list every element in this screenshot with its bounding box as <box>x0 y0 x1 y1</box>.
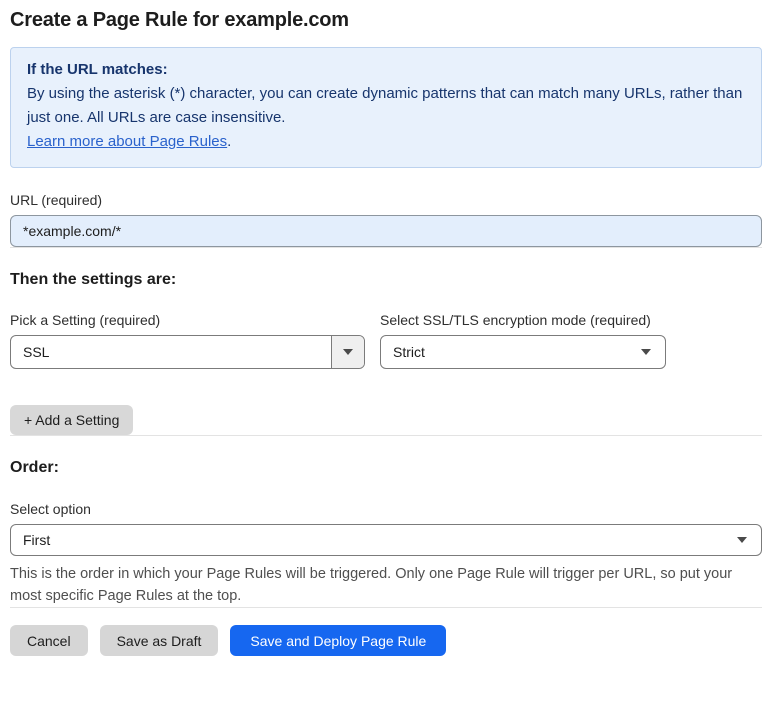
divider <box>10 607 762 608</box>
order-section-heading: Order: <box>10 459 59 476</box>
footer-actions: Cancel Save as Draft Save and Deploy Pag… <box>10 625 762 656</box>
url-input[interactable] <box>10 215 762 247</box>
url-field-label: URL (required) <box>10 192 103 208</box>
setting-picker-dropdown-button[interactable] <box>331 336 364 368</box>
url-match-info-box: If the URL matches: By using the asteris… <box>10 47 762 168</box>
add-setting-button[interactable]: + Add a Setting <box>10 405 134 435</box>
ssl-mode-caret-wrap <box>641 349 665 355</box>
ssl-mode-select[interactable]: Strict <box>380 335 666 369</box>
setting-picker-label: Pick a Setting (required) <box>10 312 161 328</box>
info-box-heading: If the URL matches: <box>27 61 168 78</box>
ssl-mode-label: Select SSL/TLS encryption mode (required… <box>380 312 651 328</box>
chevron-down-icon <box>641 349 651 355</box>
order-select-value: First <box>23 532 51 548</box>
chevron-down-icon <box>737 537 747 543</box>
order-help-text: This is the order in which your Page Rul… <box>10 566 733 604</box>
create-page-rule-panel: Create a Page Rule for example.com If th… <box>0 0 772 711</box>
order-caret-wrap <box>737 537 761 543</box>
order-select[interactable]: First <box>10 524 762 556</box>
info-box-link-line: Learn more about Page Rules. <box>27 130 745 154</box>
info-box-body: By using the asterisk (*) character, you… <box>27 85 743 126</box>
chevron-down-icon <box>343 349 353 355</box>
ssl-mode-column: Select SSL/TLS encryption mode (required… <box>380 312 666 369</box>
save-as-draft-button[interactable]: Save as Draft <box>99 625 219 656</box>
ssl-mode-value: Strict <box>393 344 425 360</box>
settings-section-heading: Then the settings are: <box>10 271 177 288</box>
learn-more-link[interactable]: Learn more about Page Rules <box>27 133 227 150</box>
page-title: Create a Page Rule for example.com <box>10 9 349 31</box>
cancel-button[interactable]: Cancel <box>10 625 88 656</box>
setting-picker-select[interactable]: SSL <box>10 335 365 369</box>
order-select-label: Select option <box>10 501 91 517</box>
link-period: . <box>227 133 232 150</box>
save-and-deploy-button[interactable]: Save and Deploy Page Rule <box>230 625 447 656</box>
setting-picker-column: Pick a Setting (required) SSL <box>10 312 365 369</box>
settings-row: Pick a Setting (required) SSL Select SSL… <box>10 312 762 369</box>
setting-picker-value: SSL <box>23 344 50 360</box>
